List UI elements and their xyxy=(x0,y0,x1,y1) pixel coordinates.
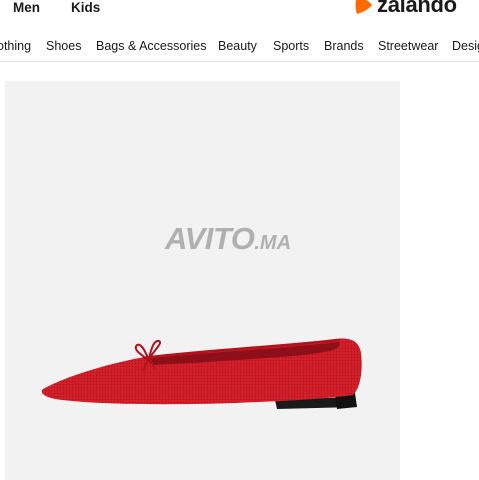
red-ballet-flat-shoe xyxy=(41,338,362,409)
logo-text: zalando xyxy=(377,0,457,17)
zalando-logo[interactable]: zalando xyxy=(354,0,457,18)
nav-item-brands[interactable]: Brands xyxy=(324,39,364,53)
watermark-domain-text: .MA xyxy=(254,232,292,254)
watermark-main-text: AVITO xyxy=(165,221,255,256)
kids-link[interactable]: Kids xyxy=(71,0,100,15)
nav-item-sports[interactable]: Sports xyxy=(273,39,309,53)
category-nav: othing Shoes Bags & Accessories Beauty S… xyxy=(0,30,479,62)
nav-item-streetwear[interactable]: Streetwear xyxy=(378,39,438,53)
nav-item-beauty[interactable]: Beauty xyxy=(218,39,257,53)
zalando-logo-icon xyxy=(355,0,372,14)
nav-item-designer[interactable]: Desig xyxy=(452,39,479,53)
top-bar: Men Kids zalando xyxy=(0,0,479,24)
product-image[interactable]: AVITO .MA xyxy=(5,81,400,480)
nav-item-clothing[interactable]: othing xyxy=(0,39,31,53)
men-link[interactable]: Men xyxy=(13,0,40,15)
nav-item-shoes[interactable]: Shoes xyxy=(46,39,81,53)
nav-item-bags-accessories[interactable]: Bags & Accessories xyxy=(96,39,206,53)
avito-watermark: AVITO .MA xyxy=(165,221,291,257)
